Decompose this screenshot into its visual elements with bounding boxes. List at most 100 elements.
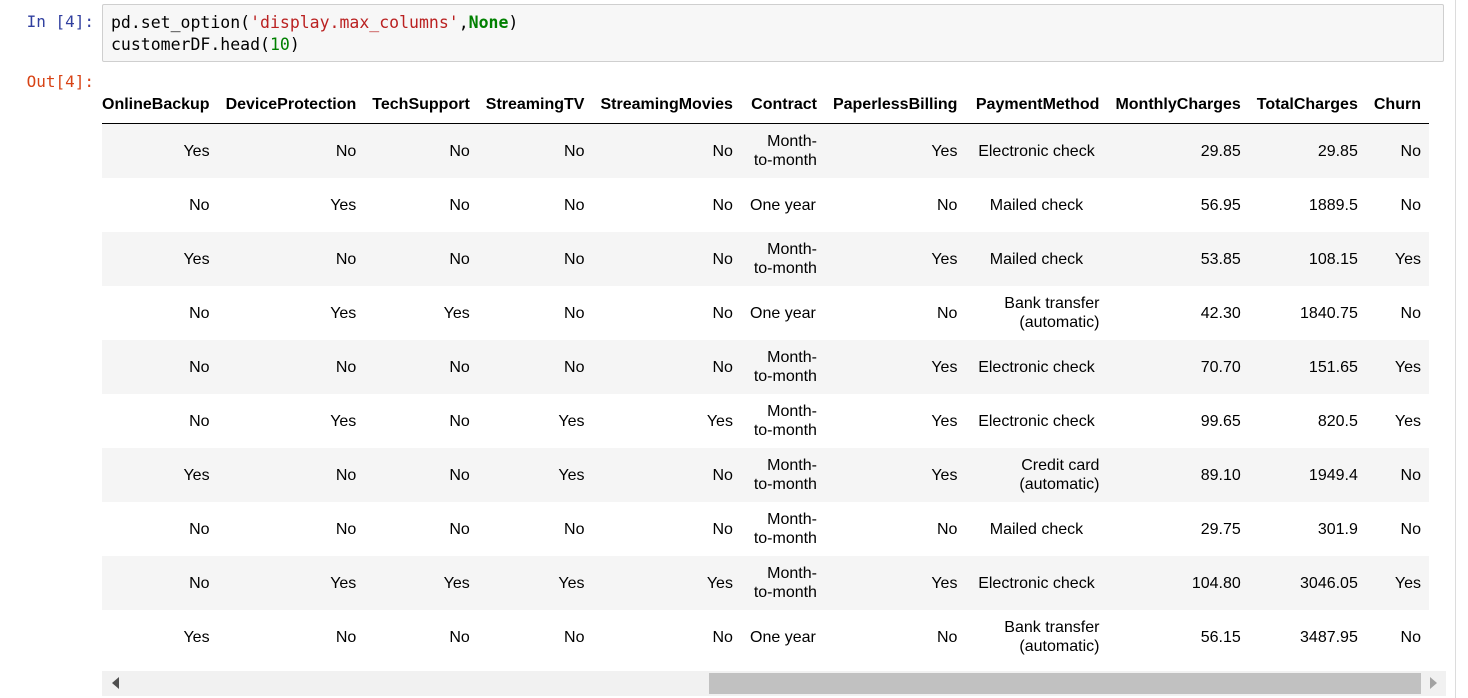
output-area: OnlineBackup DeviceProtection TechSupport S…: [102, 86, 1446, 672]
cell-value: No: [335, 520, 357, 538]
cell-value: Mailed check: [989, 196, 1084, 214]
column-header: Contract: [740, 86, 825, 124]
table-cell: Yes: [477, 448, 593, 502]
table-row: No Yes Yes No No One year No Bank transfer (aut…: [102, 286, 1429, 340]
table-cell: Yes: [1365, 340, 1429, 394]
scroll-right-arrow-icon[interactable]: [1430, 677, 1437, 689]
cell-value: Month-to-month: [753, 565, 817, 601]
table-row: Yes No No No No One year No Bank transfer (auto…: [102, 610, 1429, 664]
cell-value: Electronic check: [978, 142, 1095, 160]
table-cell: 70.70: [1107, 340, 1249, 394]
cell-value: Yes: [931, 358, 958, 376]
table-row: No Yes Yes Yes Yes Month-to-month Yes Electroni…: [102, 556, 1429, 610]
table-row: No Yes No No No One year No Mailed check 56.95 18…: [102, 178, 1429, 232]
code-line-2: customerDF.head(10): [111, 34, 300, 56]
table-cell: Mailed check: [965, 232, 1108, 286]
table-cell: No: [364, 394, 478, 448]
table-cell: No: [477, 232, 593, 286]
cell-value: 42.30: [1200, 304, 1241, 322]
table-cell: No: [1365, 448, 1429, 502]
table-cell: No: [592, 448, 741, 502]
cell-value: No: [1400, 520, 1421, 538]
table-cell: Yes: [824, 340, 966, 394]
column-header: MonthlyCharges: [1107, 86, 1249, 124]
table-cell: 301.9: [1248, 502, 1366, 556]
cell-value: 3046.05: [1300, 574, 1358, 592]
table-row: Yes No No No No Month-to-month Yes Mailed check…: [102, 232, 1429, 286]
scrollbar-thumb[interactable]: [709, 673, 1421, 694]
table-cell: 29.85: [1248, 123, 1366, 178]
table-cell: One year: [740, 286, 825, 340]
cell-value: No: [1400, 628, 1421, 646]
cell-value: No: [189, 304, 210, 322]
cell-value: No: [449, 196, 470, 214]
table-cell: No: [477, 178, 593, 232]
column-header: StreamingMovies: [592, 86, 741, 124]
code-cell-editor[interactable]: pd.set_option('display.max_columns',None…: [102, 4, 1444, 62]
cell-value: Yes: [558, 466, 585, 484]
cell-value: Yes: [183, 142, 210, 160]
cell-value: 70.70: [1200, 358, 1241, 376]
cell-value: One year: [750, 196, 816, 214]
cell-value: 104.80: [1191, 574, 1241, 592]
table-cell: No: [217, 448, 365, 502]
table-cell: No: [217, 610, 365, 664]
cell-value: No: [564, 304, 585, 322]
table-cell: 1889.5: [1248, 178, 1366, 232]
table-cell: No: [217, 123, 365, 178]
table-cell: No: [824, 286, 966, 340]
column-header: PaperlessBilling: [824, 86, 966, 124]
table-cell: No: [824, 610, 966, 664]
table-cell: No: [592, 286, 741, 340]
table-cell: Month-to-month: [740, 394, 825, 448]
cell-value: No: [189, 358, 210, 376]
cell-value: 151.65: [1308, 358, 1358, 376]
cell-value: Yes: [931, 574, 958, 592]
table-cell: Yes: [824, 232, 966, 286]
cell-value: Mailed check: [989, 250, 1084, 268]
table-cell: No: [1365, 123, 1429, 178]
table-cell: Yes: [217, 286, 365, 340]
cell-value: No: [189, 574, 210, 592]
table-cell: No: [1365, 502, 1429, 556]
cell-value: 1949.4: [1308, 466, 1358, 484]
cell-value: No: [335, 250, 357, 268]
cell-value: 3487.95: [1300, 628, 1358, 646]
cell-value: No: [712, 304, 733, 322]
cell-value: No: [1400, 142, 1421, 160]
scroll-left-arrow-icon[interactable]: [112, 677, 119, 689]
table-cell: No: [102, 502, 218, 556]
cell-value: No: [335, 142, 357, 160]
cell-value: No: [937, 628, 958, 646]
cell-value: No: [564, 142, 585, 160]
table-cell: 1949.4: [1248, 448, 1366, 502]
cell-value: No: [937, 520, 958, 538]
table-cell: No: [477, 123, 593, 178]
table-cell: One year: [740, 610, 825, 664]
table-cell: No: [477, 286, 593, 340]
table-cell: Yes: [217, 556, 365, 610]
column-header: OnlineBackup: [102, 86, 218, 124]
table-cell: Yes: [364, 556, 478, 610]
code-keyword: None: [468, 13, 509, 32]
cell-value: 29.85: [1317, 142, 1358, 160]
table-cell: 108.15: [1248, 232, 1366, 286]
cell-value: Bank transfer (automatic): [1004, 295, 1100, 331]
table-cell: No: [592, 610, 741, 664]
cell-value: No: [189, 196, 210, 214]
table-cell: Month-to-month: [740, 556, 825, 610]
table-cell: Yes: [102, 232, 218, 286]
cell-value: No: [712, 628, 733, 646]
table-cell: No: [102, 394, 218, 448]
table-cell: Yes: [102, 448, 218, 502]
column-header: Churn: [1365, 86, 1429, 124]
cell-value: No: [189, 412, 210, 430]
table-cell: No: [102, 556, 218, 610]
code-close: ): [289, 35, 300, 54]
column-header: TotalCharges: [1248, 86, 1366, 124]
table-cell: 53.85: [1107, 232, 1249, 286]
cell-value: One year: [750, 628, 816, 646]
horizontal-scrollbar[interactable]: [102, 671, 1446, 696]
cell-value: Bank transfer (automatic): [1004, 619, 1100, 655]
code-string: 'display.max_columns': [250, 13, 459, 32]
